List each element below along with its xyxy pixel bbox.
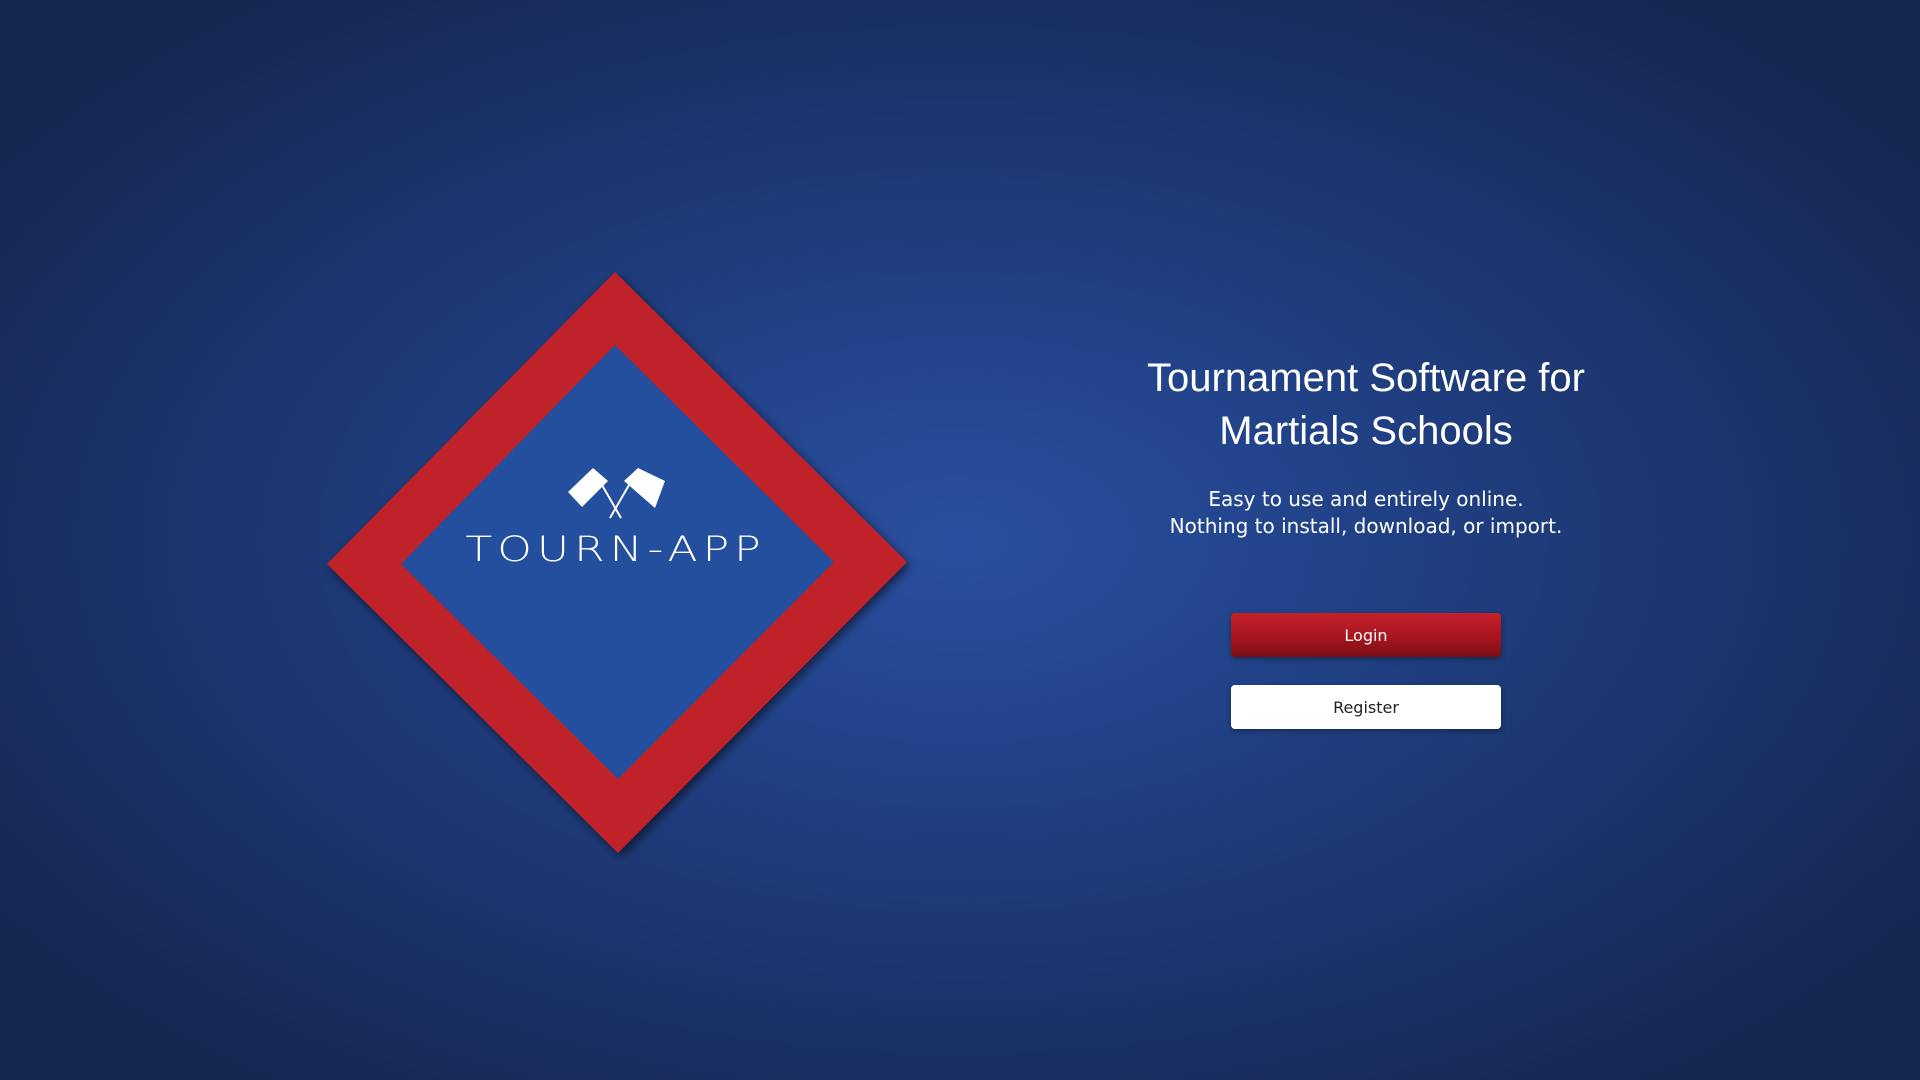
hero-subtitle: Easy to use and entirely online. Nothing…: [1066, 486, 1666, 540]
tourn-app-logo: TOURN-APP: [323, 270, 908, 855]
register-button[interactable]: Register: [1231, 685, 1501, 729]
login-button[interactable]: Login: [1231, 613, 1501, 657]
hero-section: Tournament Software for Martials Schools…: [1066, 352, 1666, 540]
hero-title-line-2: Martials Schools: [1219, 409, 1513, 453]
hero-subtitle-line-2: Nothing to install, download, or import.: [1169, 514, 1563, 538]
logo-wordmark: TOURN-APP: [465, 529, 766, 570]
hero-title: Tournament Software for Martials Schools: [1066, 352, 1666, 458]
hero-title-line-1: Tournament Software for: [1147, 356, 1585, 400]
hero-subtitle-line-1: Easy to use and entirely online.: [1208, 487, 1524, 511]
